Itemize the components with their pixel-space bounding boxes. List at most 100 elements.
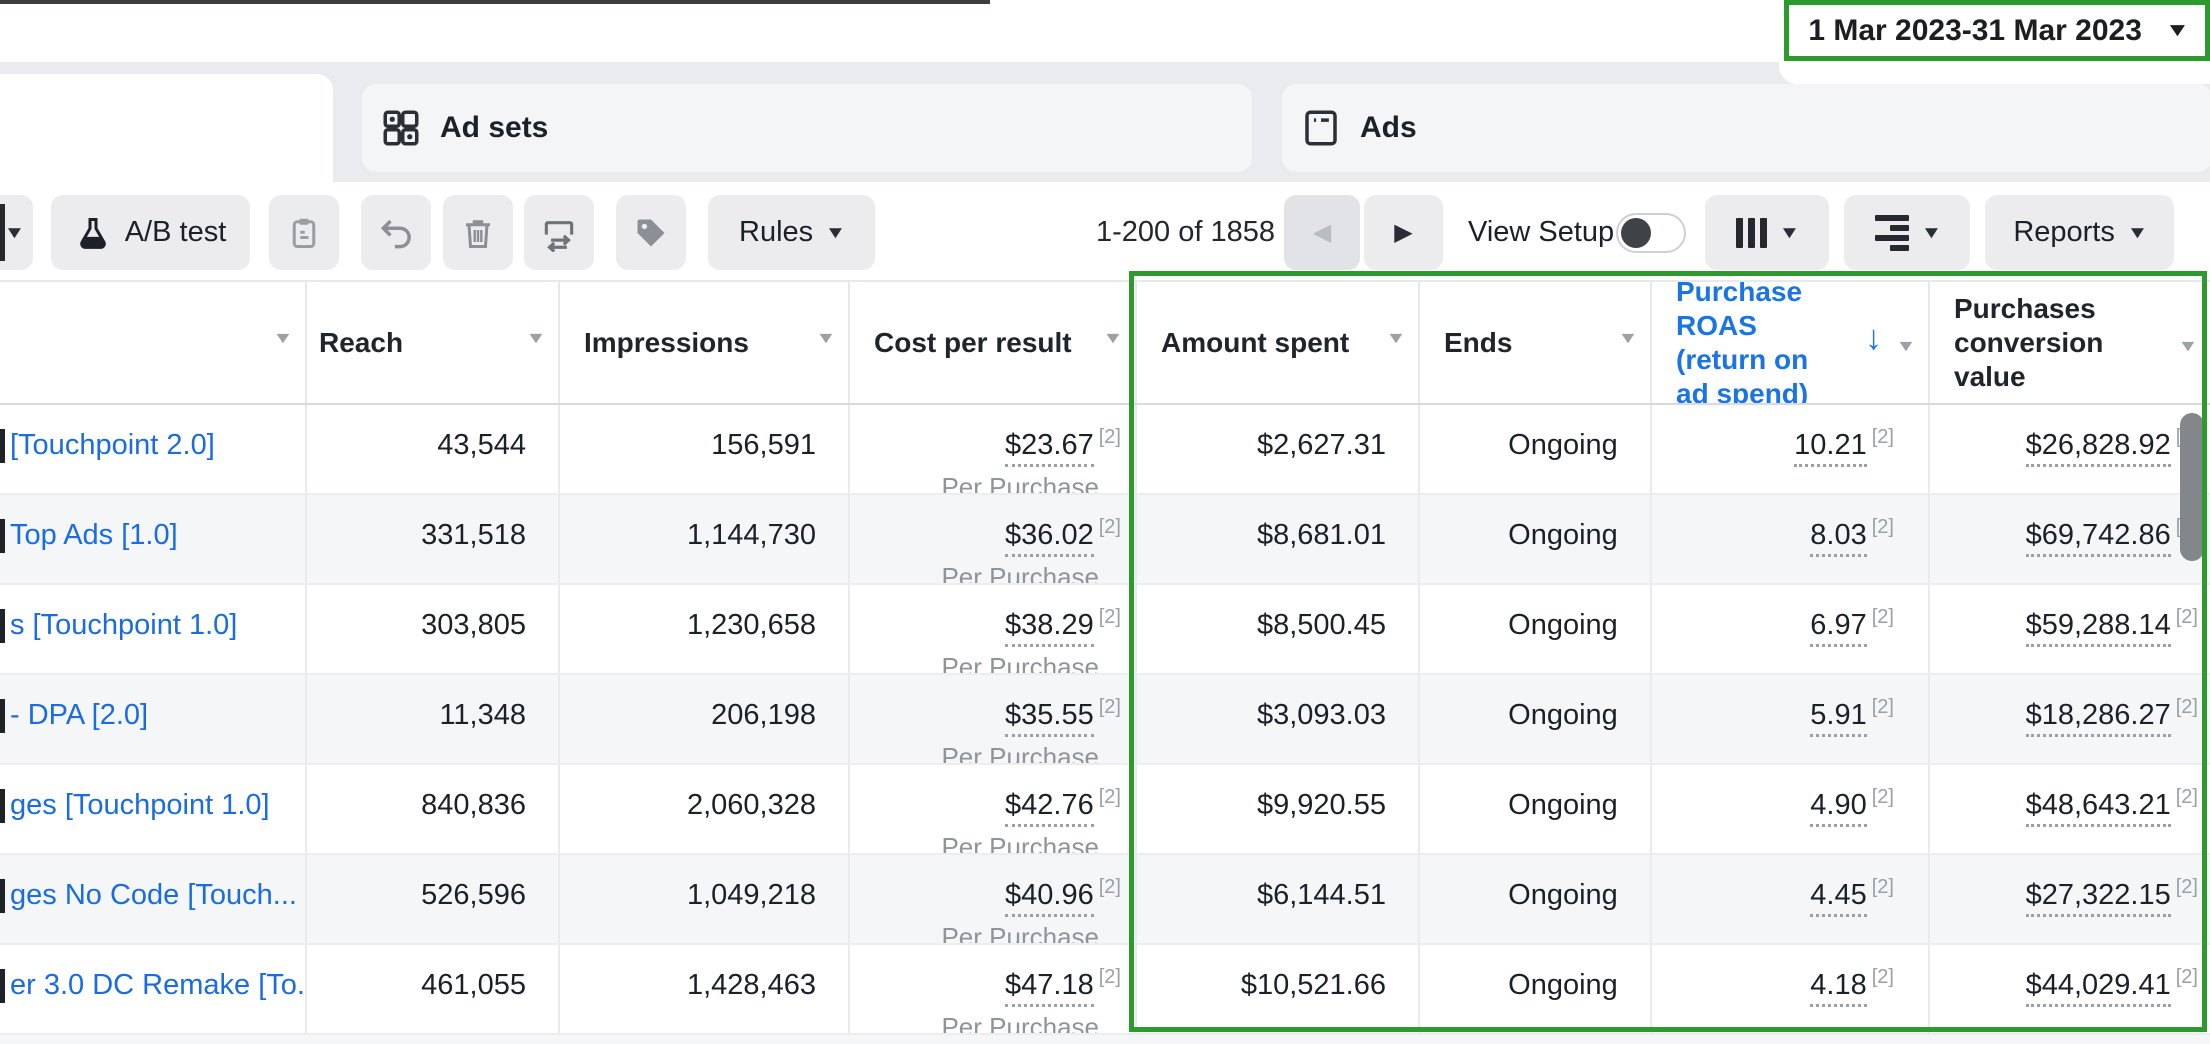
vertical-scrollbar-thumb[interactable] bbox=[2180, 413, 2204, 561]
conversion-value[interactable]: $44,029.41 bbox=[2026, 969, 2171, 1007]
header-amount-spent[interactable]: Amount spent ▼ bbox=[1137, 282, 1420, 403]
header-name[interactable]: ▼ bbox=[0, 282, 307, 403]
chevron-down-icon[interactable]: ▼ bbox=[815, 330, 836, 348]
pagination-range: 1-200 of 1858 bbox=[1085, 195, 1275, 270]
header-reach[interactable]: Reach ▼ bbox=[307, 282, 560, 403]
chevron-down-icon: ▼ bbox=[1920, 223, 1942, 243]
cost-per-result-cell: $47.18[2] Per Purchase bbox=[850, 945, 1137, 1033]
undo-button[interactable] bbox=[361, 195, 431, 270]
tab-ad-sets[interactable]: Ad sets bbox=[362, 84, 1252, 172]
conversion-value-cell: $59,288.14[2] bbox=[1930, 585, 2210, 673]
adset-name-link[interactable]: er 3.0 DC Remake [To... bbox=[10, 969, 307, 1001]
roas-value[interactable]: 5.91 bbox=[1810, 699, 1866, 737]
table-row: - DPA [2.0] 11,348 206,198 $35.55[2] Per… bbox=[0, 675, 2210, 765]
header-impressions[interactable]: Impressions ▼ bbox=[560, 282, 850, 403]
roas-value[interactable]: 4.45 bbox=[1810, 879, 1866, 917]
duplicate-button[interactable] bbox=[269, 195, 339, 270]
columns-button[interactable]: ▼ bbox=[1705, 195, 1829, 270]
table-row: ges [Touchpoint 1.0] 840,836 2,060,328 $… bbox=[0, 765, 2210, 855]
adset-name-link[interactable]: - DPA [2.0] bbox=[10, 699, 148, 731]
cost-value[interactable]: $42.76 bbox=[1005, 789, 1094, 827]
adset-name-link[interactable]: [Touchpoint 2.0] bbox=[10, 429, 215, 461]
cost-value[interactable]: $38.29 bbox=[1005, 609, 1094, 647]
chevron-down-icon[interactable]: ▼ bbox=[1102, 330, 1123, 348]
header-conv-label: Purchases conversion value bbox=[1954, 292, 2170, 394]
view-setup-toggle[interactable] bbox=[1616, 213, 1686, 253]
cost-value[interactable]: $47.18 bbox=[1005, 969, 1094, 1007]
ab-test-button[interactable]: A/B test bbox=[51, 195, 250, 270]
conversion-value[interactable]: $27,322.15 bbox=[2026, 879, 2171, 917]
tab-campaigns-active[interactable] bbox=[0, 74, 333, 182]
next-page-button[interactable]: ▶ bbox=[1364, 195, 1443, 270]
ends-cell: Ongoing bbox=[1420, 495, 1652, 583]
footnote-ref: [2] bbox=[1872, 876, 1894, 898]
footnote-ref: [2] bbox=[1099, 426, 1121, 448]
roas-value[interactable]: 8.03 bbox=[1810, 519, 1866, 557]
cost-note: Per Purchase bbox=[850, 832, 1135, 853]
cost-note: Per Purchase bbox=[850, 562, 1135, 583]
reach-cell: 303,805 bbox=[307, 585, 560, 673]
conversion-value[interactable]: $69,742.86 bbox=[2026, 519, 2171, 557]
cost-note: Per Purchase bbox=[850, 652, 1135, 673]
cost-value[interactable]: $40.96 bbox=[1005, 879, 1094, 917]
header-amount-spent-label: Amount spent bbox=[1161, 327, 1349, 359]
chevron-down-icon[interactable]: ▼ bbox=[2177, 330, 2198, 364]
previous-page-button[interactable]: ◀ bbox=[1284, 195, 1360, 270]
ends-cell: Ongoing bbox=[1420, 945, 1652, 1033]
cost-value[interactable]: $36.02 bbox=[1005, 519, 1094, 557]
reach-cell: 331,518 bbox=[307, 495, 560, 583]
reports-button[interactable]: Reports ▼ bbox=[1985, 195, 2174, 270]
conversion-value-cell: $18,286.27[2] bbox=[1930, 675, 2210, 763]
adset-name-link[interactable]: Top Ads [1.0] bbox=[10, 519, 178, 551]
date-range-selector[interactable]: 1 Mar 2023-31 Mar 2023 ▼ bbox=[1789, 3, 2206, 59]
ads-page-icon bbox=[1300, 107, 1342, 149]
footnote-ref: [2] bbox=[2176, 606, 2198, 628]
conversion-value[interactable]: $26,828.92 bbox=[2026, 429, 2171, 467]
footnote-ref: [2] bbox=[1099, 876, 1121, 898]
cost-value[interactable]: $35.55 bbox=[1005, 699, 1094, 737]
trash-icon bbox=[460, 215, 496, 251]
cost-per-result-cell: $36.02[2] Per Purchase bbox=[850, 495, 1137, 583]
conversion-value[interactable]: $18,286.27 bbox=[2026, 699, 2171, 737]
partial-next-row bbox=[0, 1035, 2210, 1044]
cost-note: Per Purchase bbox=[850, 922, 1135, 943]
header-purchase-roas[interactable]: Purchase ROAS (return on ad spend) ↓ ▼ bbox=[1652, 282, 1930, 403]
tag-button[interactable] bbox=[616, 195, 686, 270]
clipped-dropdown-button[interactable]: ▼ bbox=[0, 195, 33, 270]
chevron-down-icon[interactable]: ▼ bbox=[525, 330, 546, 348]
adset-name-link[interactable]: ges No Code [Touch... bbox=[10, 879, 297, 911]
date-range-label: 1 Mar 2023-31 Mar 2023 bbox=[1808, 14, 2142, 48]
chevron-down-icon[interactable]: ▼ bbox=[1895, 330, 1916, 364]
rules-label: Rules bbox=[739, 216, 813, 249]
rules-button[interactable]: Rules ▼ bbox=[708, 195, 875, 270]
conversion-value-cell: $26,828.92[2] bbox=[1930, 405, 2210, 493]
roas-value[interactable]: 4.18 bbox=[1810, 969, 1866, 1007]
roas-cell: 4.18[2] bbox=[1652, 945, 1930, 1033]
chevron-down-icon[interactable]: ▼ bbox=[1617, 330, 1638, 348]
tab-ads[interactable]: Ads bbox=[1282, 84, 2210, 172]
header-purchases-conversion-value[interactable]: Purchases conversion value ▼ bbox=[1930, 282, 2210, 403]
adset-name-link[interactable]: ges [Touchpoint 1.0] bbox=[10, 789, 270, 821]
roas-value[interactable]: 10.21 bbox=[1794, 429, 1867, 467]
roas-value[interactable]: 6.97 bbox=[1810, 609, 1866, 647]
roas-value[interactable]: 4.90 bbox=[1810, 789, 1866, 827]
header-cost-per-result[interactable]: Cost per result ▼ bbox=[850, 282, 1137, 403]
adset-name-link[interactable]: s [Touchpoint 1.0] bbox=[10, 609, 237, 641]
chevron-down-icon[interactable]: ▼ bbox=[272, 330, 293, 348]
table-row: er 3.0 DC Remake [To... 461,055 1,428,46… bbox=[0, 945, 2210, 1035]
header-ends[interactable]: Ends ▼ bbox=[1420, 282, 1652, 403]
amount-spent-cell: $8,500.45 bbox=[1137, 585, 1420, 673]
clipped-text-edge bbox=[0, 969, 5, 1003]
amount-spent-cell: $9,920.55 bbox=[1137, 765, 1420, 853]
reach-cell: 43,544 bbox=[307, 405, 560, 493]
breakdown-button[interactable]: ▼ bbox=[1844, 195, 1970, 270]
edit-placement-button[interactable] bbox=[524, 195, 594, 270]
cost-value[interactable]: $23.67 bbox=[1005, 429, 1094, 467]
sort-descending-icon[interactable]: ↓ bbox=[1865, 321, 1882, 355]
delete-button[interactable] bbox=[443, 195, 513, 270]
ends-cell: Ongoing bbox=[1420, 585, 1652, 673]
ends-cell: Ongoing bbox=[1420, 675, 1652, 763]
conversion-value[interactable]: $59,288.14 bbox=[2026, 609, 2171, 647]
chevron-down-icon[interactable]: ▼ bbox=[1385, 330, 1406, 348]
conversion-value[interactable]: $48,643.21 bbox=[2026, 789, 2171, 827]
